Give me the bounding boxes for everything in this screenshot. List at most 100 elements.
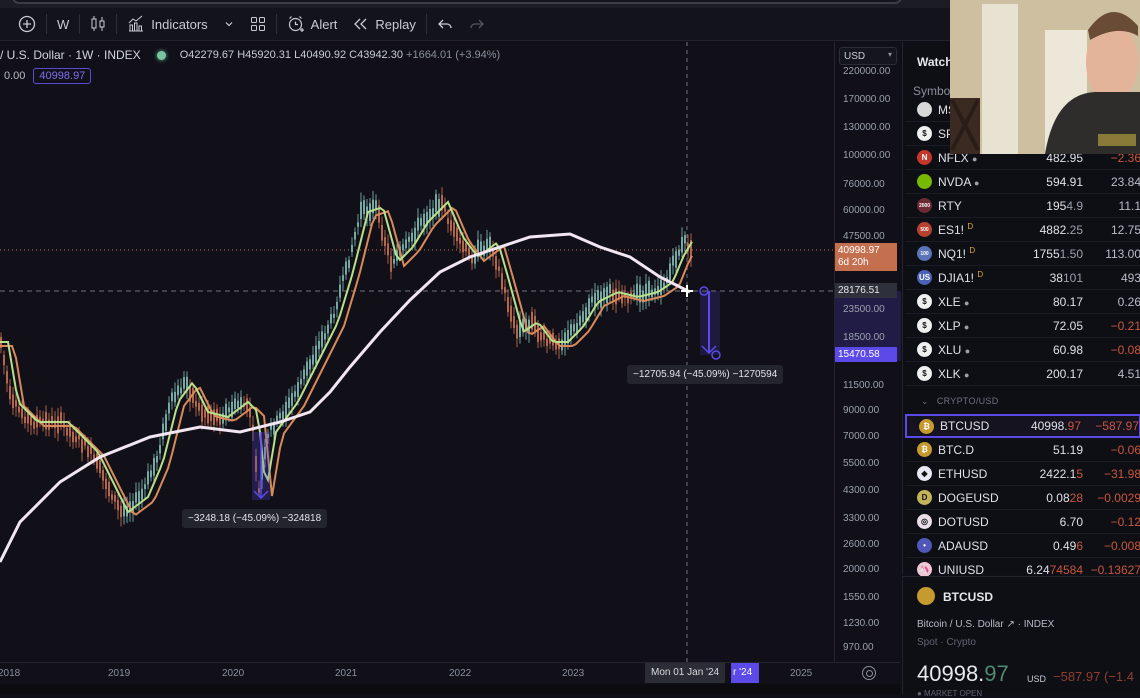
candle-body [105, 478, 107, 490]
watchlist-title[interactable]: Watch [917, 55, 953, 69]
watchlist-row[interactable]: US DJIA1! D 38101 493 [905, 266, 1140, 290]
watchlist-row[interactable]: ◆ ETHUSD 2422.15 −31.98 [905, 462, 1140, 486]
replay-button[interactable]: Replay [345, 11, 423, 37]
candle-body [573, 324, 575, 332]
candle-body [402, 244, 404, 251]
candle-body [348, 259, 350, 269]
watchlist-row[interactable]: $ XLP ● 72.05 −0.21 [905, 314, 1140, 338]
delayed-badge: D [969, 246, 976, 255]
price-tick-label: 2000.00 [843, 564, 880, 575]
candle-body [117, 499, 119, 511]
candle-body [684, 235, 686, 244]
undo-button[interactable] [429, 11, 461, 37]
candle-body [384, 237, 386, 247]
watchlist-column-symbol[interactable]: Symbo [913, 84, 950, 98]
watchlist-group-header[interactable]: ⌄ CRYPTO/USD [921, 396, 999, 407]
watchlist-row[interactable]: ₿ BTC.D 51.19 −0.06 [905, 438, 1140, 462]
timeframe-button[interactable]: W [49, 11, 77, 37]
price-chart[interactable] [0, 42, 834, 662]
candle-body [462, 240, 464, 253]
price-tick-label: 970.00 [843, 642, 874, 653]
watchlist-row[interactable]: $ XLK ● 200.17 4.51 [905, 362, 1140, 386]
ohlc-change: +1664.01 (+3.94%) [406, 49, 501, 61]
undo-icon [437, 19, 452, 29]
price-tick-label: 7000.00 [843, 431, 880, 442]
row-last-price: 40998.97 [1031, 419, 1081, 433]
gear-icon[interactable] [862, 666, 876, 680]
indicators-button[interactable]: Indicators [119, 11, 215, 37]
candle-body [81, 439, 83, 453]
watchlist-row[interactable]: • ADAUSD 0.496 −0.008 [905, 534, 1140, 558]
candle-body [171, 392, 173, 402]
indicators-icon [128, 15, 144, 32]
chart-type-button[interactable] [82, 11, 114, 37]
row-symbol: ETHUSD [938, 467, 1008, 481]
symbol-logo-icon: US [917, 270, 932, 285]
symbol-logo-icon: 500 [917, 222, 932, 237]
candle-body [12, 394, 14, 408]
add-symbol-button[interactable] [10, 11, 44, 37]
candle-body [438, 199, 440, 217]
row-symbol: ES1! D [938, 222, 1008, 237]
detail-price: 40998.97 [917, 661, 1009, 687]
symbol-text: UNIUSD [938, 562, 985, 577]
candle-body [447, 218, 449, 224]
candles-icon [91, 16, 105, 31]
price-tick-label: 11500.00 [843, 380, 884, 391]
price-axis[interactable]: USD ▾ 220000.00 170000.00 130000.00 100000.… [834, 42, 901, 662]
detail-symbol[interactable]: BTCUSD [943, 590, 993, 604]
price-tail: 6 [1076, 538, 1083, 553]
row-symbol: ADAUSD [938, 539, 1008, 553]
candle-body [228, 407, 230, 413]
price-tail: 28 [1069, 490, 1083, 505]
candle-body [354, 232, 356, 240]
watchlist-row[interactable]: NVDA ● 594.91 23.84 [905, 170, 1140, 194]
currency-select[interactable]: USD ▾ [839, 47, 897, 65]
candle-body [645, 283, 647, 302]
candle-body [213, 409, 215, 425]
row-change: 4.51 [1117, 366, 1140, 381]
price-tick-label: 1230.00 [843, 618, 880, 629]
price-tick-label: 220000.00 [843, 66, 891, 77]
price-tick-label: 60000.00 [843, 205, 885, 216]
detail-description[interactable]: Bitcoin / U.S. Dollar ↗ · INDEX [917, 619, 1054, 630]
symbol-logo-icon: • [917, 538, 932, 553]
time-axis[interactable]: 2018 2019 2020 2021 2022 2023 Mon 01 Jan… [0, 662, 900, 684]
price-main: 80.17 [1052, 294, 1083, 309]
watchlist-row[interactable]: 100 NQ1! D 17551.50 113.00 [905, 242, 1140, 266]
top-search-bar[interactable] [12, 0, 902, 4]
candle-body [120, 505, 122, 518]
candle-body [516, 324, 518, 339]
candle-body [585, 307, 587, 321]
alert-button[interactable]: Alert [279, 11, 346, 37]
symbol-text: ETHUSD [938, 466, 988, 481]
candle-body [24, 416, 26, 424]
redo-button[interactable] [461, 11, 493, 37]
row-change: −0.06 [1110, 442, 1140, 457]
candle-body [456, 227, 458, 242]
live-dot: ● [964, 345, 971, 356]
watchlist-row[interactable]: $ XLU ● 60.98 −0.08 [905, 338, 1140, 362]
current-price: 40998.97 [838, 245, 880, 256]
chart-pane[interactable]: / U.S. Dollar · 1W · INDEX O42279.67 H45… [0, 42, 900, 662]
candle-body [636, 283, 638, 301]
watchlist-row[interactable]: 2000 RTY 1954.9 11.1 [905, 194, 1140, 218]
watchlist-row[interactable]: ◎ DOTUSD 6.70 −0.12 [905, 510, 1140, 534]
indicators-dropdown[interactable] [216, 11, 242, 37]
live-dot: ● [964, 297, 970, 308]
candle-body [150, 470, 152, 478]
indicators-label: Indicators [151, 16, 208, 32]
bottom-toolbar [0, 684, 900, 694]
watchlist-row[interactable]: ₿ BTCUSD 40998.97 −587.97 [905, 414, 1140, 438]
replay-label: Replay [375, 16, 416, 32]
chevron-down-icon: ⌄ [921, 396, 929, 406]
row-last-price: 2422.15 [1040, 467, 1083, 481]
bitcoin-icon [917, 587, 935, 605]
candle-body [183, 377, 185, 389]
watchlist-row[interactable]: $ XLE ● 80.17 0.26 [905, 290, 1140, 314]
candle-body [387, 243, 389, 256]
layouts-button[interactable] [242, 11, 274, 37]
watchlist-row[interactable]: D DOGEUSD 0.0828 −0.0029 [905, 486, 1140, 510]
watchlist-row[interactable]: 500 ES1! D 4882.25 12.75 [905, 218, 1140, 242]
chart-toolbar: W Indicators Alert Replay [0, 8, 950, 41]
